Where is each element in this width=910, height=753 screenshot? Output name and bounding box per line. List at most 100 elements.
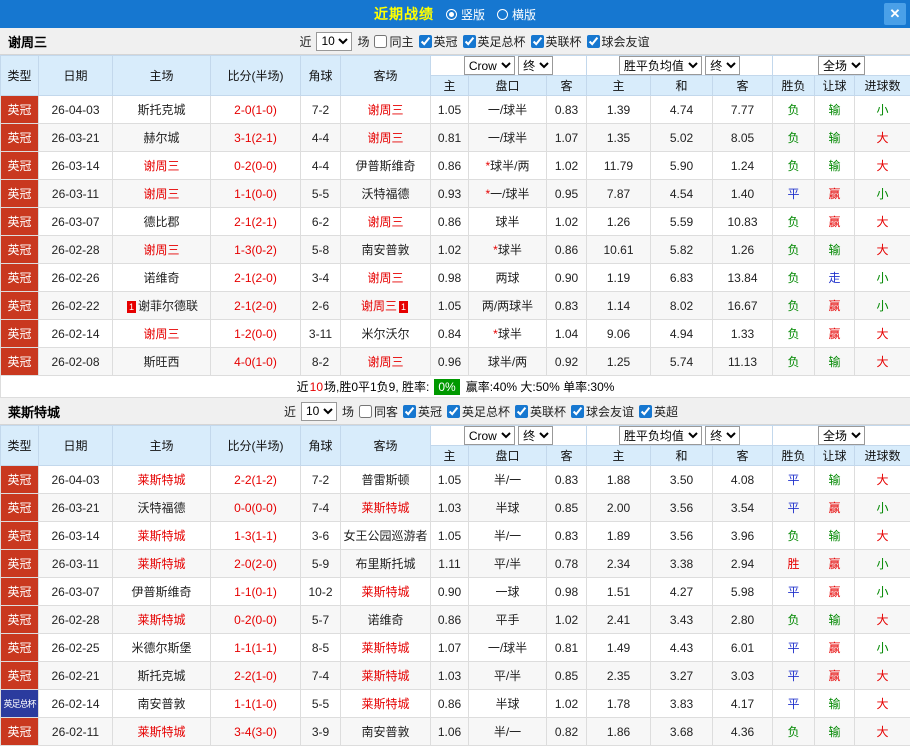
result-win-lose: 负 — [772, 207, 816, 236]
result-win-lose: 平 — [772, 465, 816, 494]
table-row: 英冠 26-02-08 斯旺西 4-0(1-0) 8-2 谢周三 0.96 球半… — [0, 347, 910, 376]
home-team[interactable]: 诺维奇 — [112, 263, 211, 292]
match-count-select[interactable]: 10 — [316, 31, 353, 51]
filter-checkbox-0-input[interactable] — [402, 404, 416, 418]
euro-odds-select[interactable]: 胜平负均值 — [618, 426, 702, 445]
away-team[interactable]: 谢周三 — [340, 123, 431, 152]
filter-checkbox-1-input[interactable] — [447, 404, 460, 418]
odds-time-select[interactable]: 终 — [518, 56, 554, 75]
home-team[interactable]: 谢周三 — [112, 235, 211, 264]
filter-checkbox-1[interactable]: 英足总杯 — [462, 33, 526, 50]
filter-checkbox-2-input[interactable] — [515, 404, 529, 418]
layout-horizontal-radio[interactable]: 横版 — [497, 6, 536, 23]
away-team[interactable]: 莱斯特城 — [340, 577, 431, 606]
euro-odds-select[interactable]: 胜平负均值 — [618, 56, 702, 75]
home-team-name: 德比郡 — [143, 215, 180, 229]
filter-checkbox-3-input[interactable] — [586, 34, 600, 48]
home-team[interactable]: 莱斯特城 — [112, 717, 211, 746]
home-team[interactable]: 德比郡 — [112, 207, 211, 236]
odds-time-select[interactable]: 终 — [518, 426, 554, 445]
home-team[interactable]: 沃特福德 — [112, 493, 211, 522]
result-handicap: 赢 — [814, 179, 856, 208]
col-date: 日期 — [38, 55, 113, 96]
home-team[interactable]: 赫尔城 — [112, 123, 211, 152]
away-team[interactable]: 布里斯托城 — [340, 549, 431, 578]
filter-checkbox-4-input[interactable] — [639, 404, 653, 418]
away-team[interactable]: 谢周三 — [340, 263, 431, 292]
scope-select[interactable]: 全场 — [818, 426, 866, 445]
away-team[interactable]: 谢周三 — [340, 347, 431, 376]
away-team[interactable]: 莱斯特城 — [340, 633, 431, 662]
away-team[interactable]: 女王公园巡游者 — [340, 521, 431, 550]
euro-odds-away: 10.83 — [711, 207, 774, 236]
table-row: 英冠 26-03-07 伊普斯维奇 1-1(0-1) 10-2 莱斯特城 0.9… — [0, 577, 910, 606]
handicap-odds-home: 0.98 — [430, 263, 469, 292]
filter-checkbox-2-input[interactable] — [530, 34, 544, 48]
away-team-name: 南安普敦 — [361, 725, 410, 739]
away-team[interactable]: 莱斯特城 — [340, 493, 431, 522]
away-team-name: 女王公园巡游者 — [343, 529, 428, 543]
home-team[interactable]: 斯旺西 — [112, 347, 211, 376]
same-venue-checkbox[interactable]: 同主 — [374, 33, 414, 50]
home-team[interactable]: 南安普敦 — [112, 689, 211, 718]
close-button[interactable]: ✕ — [884, 3, 906, 25]
odds-company-select[interactable]: Crow — [463, 56, 515, 75]
away-team[interactable]: 谢周三 — [340, 207, 431, 236]
away-team-name: 谢周三 — [367, 131, 404, 145]
home-team[interactable]: 斯托克城 — [112, 661, 211, 690]
league-type-badge: 英冠 — [0, 235, 39, 264]
panel-title: 近期战绩 — [373, 6, 434, 22]
away-team[interactable]: 诺维奇 — [340, 605, 431, 634]
away-team[interactable]: 莱斯特城 — [340, 661, 431, 690]
home-team[interactable]: 斯托克城 — [112, 95, 211, 124]
home-team[interactable]: 米德尔斯堡 — [112, 633, 211, 662]
home-team[interactable]: 莱斯特城 — [112, 465, 211, 494]
summary-prefix: 近 — [296, 380, 309, 394]
handicap-text: 半/一 — [493, 473, 522, 487]
same-venue-checkbox-input[interactable] — [358, 404, 372, 418]
summary-record: 场,胜0平1负9, 胜率: — [324, 380, 430, 394]
home-team[interactable]: 1 谢菲尔德联 — [112, 291, 211, 320]
away-team[interactable]: 普雷斯顿 — [340, 465, 431, 494]
filter-checkbox-0[interactable]: 英冠 — [418, 33, 458, 50]
euro-time-select[interactable]: 终 — [705, 56, 741, 75]
home-team[interactable]: 莱斯特城 — [112, 549, 211, 578]
filter-checkbox-3[interactable]: 球会友谊 — [571, 403, 634, 420]
filter-checkbox-2[interactable]: 英联杯 — [515, 403, 566, 420]
filter-checkbox-4[interactable]: 英超 — [639, 403, 678, 420]
filter-checkbox-0[interactable]: 英冠 — [402, 403, 442, 420]
away-team[interactable]: 南安普敦 — [340, 235, 431, 264]
layout-vertical-radio[interactable]: 竖版 — [445, 6, 485, 23]
away-team[interactable]: 南安普敦 — [340, 717, 431, 746]
away-team[interactable]: 伊普斯维奇 — [340, 151, 431, 180]
filter-checkbox-3[interactable]: 球会友谊 — [586, 33, 650, 50]
away-team[interactable]: 米尔沃尔 — [340, 319, 431, 348]
handicap-line: 一/球半 — [468, 95, 547, 124]
home-team[interactable]: 谢周三 — [112, 151, 211, 180]
filter-checkbox-0-input[interactable] — [418, 34, 432, 48]
home-team[interactable]: 谢周三 — [112, 319, 211, 348]
filter-checkbox-3-input[interactable] — [571, 404, 585, 418]
home-team[interactable]: 谢周三 — [112, 179, 211, 208]
home-team[interactable]: 莱斯特城 — [112, 605, 211, 634]
match-count-select[interactable]: 10 — [300, 401, 337, 421]
euro-odds-draw: 3.83 — [650, 689, 713, 718]
away-team[interactable]: 莱斯特城 — [340, 689, 431, 718]
result-goals: 小 — [854, 291, 910, 320]
away-team[interactable]: 谢周三 — [340, 95, 431, 124]
euro-time-select[interactable]: 终 — [705, 426, 741, 445]
filter-checkbox-1[interactable]: 英足总杯 — [447, 403, 510, 420]
home-team[interactable]: 莱斯特城 — [112, 521, 211, 550]
col-euro-draw: 和 — [650, 445, 713, 466]
same-venue-checkbox-input[interactable] — [374, 34, 388, 48]
away-team[interactable]: 谢周三 1 — [340, 291, 431, 320]
filter-checkbox-2[interactable]: 英联杯 — [530, 33, 582, 50]
away-team[interactable]: 沃特福德 — [340, 179, 431, 208]
result-goals: 大 — [854, 661, 910, 690]
scope-select[interactable]: 全场 — [818, 56, 866, 75]
same-venue-checkbox[interactable]: 同客 — [358, 403, 398, 420]
home-team[interactable]: 伊普斯维奇 — [112, 577, 211, 606]
euro-odds-home: 1.39 — [586, 95, 651, 124]
odds-company-select[interactable]: Crow — [463, 426, 515, 445]
filter-checkbox-1-input[interactable] — [462, 34, 476, 48]
